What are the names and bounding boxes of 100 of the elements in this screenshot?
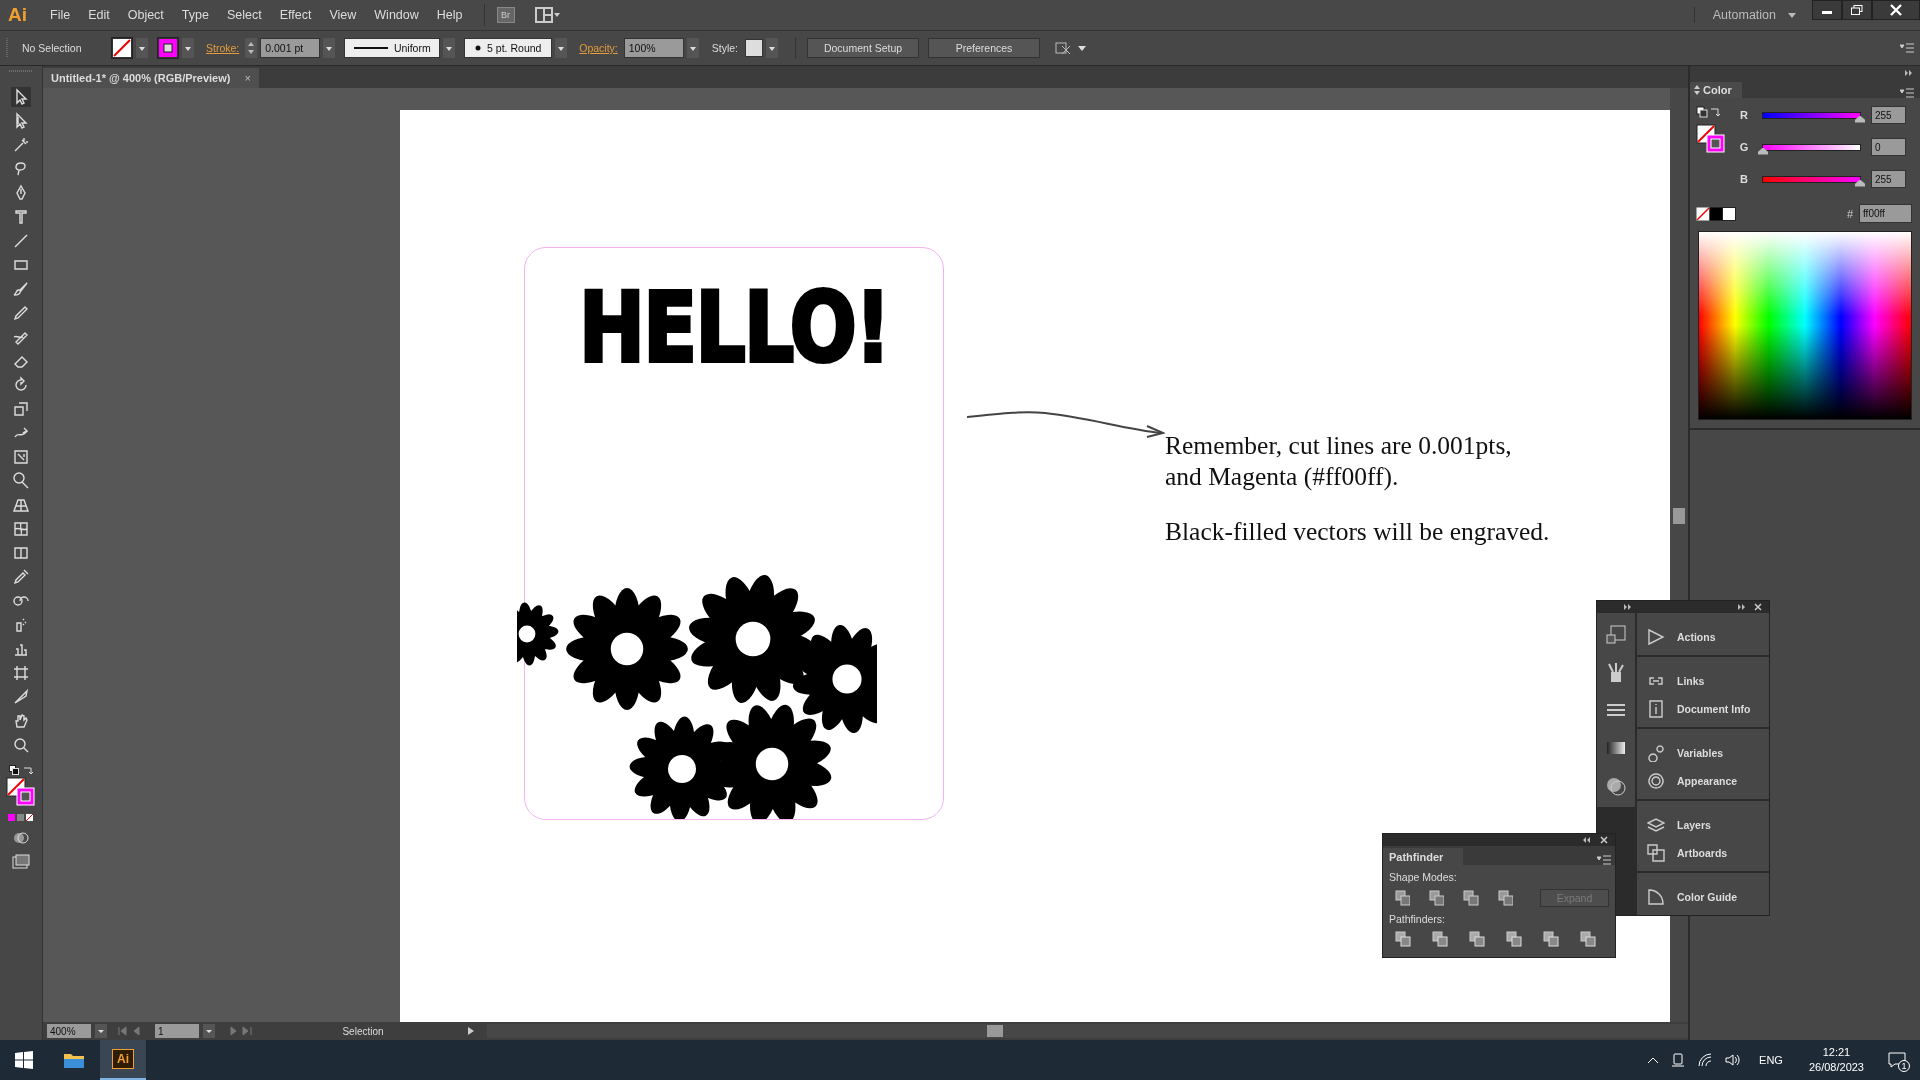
shape-builder-icon[interactable] [11, 471, 31, 491]
brushes-icon[interactable] [1605, 661, 1627, 683]
current-tool-status[interactable]: Selection [263, 1025, 463, 1037]
artboard-dropdown[interactable] [203, 1024, 215, 1038]
control-bar-button[interactable]: Preferences [928, 38, 1041, 58]
default-colors-icon[interactable] [9, 765, 19, 775]
fill-dropdown[interactable] [136, 38, 148, 58]
channel-value-field[interactable]: 0 [1871, 138, 1906, 156]
fill-swatch[interactable] [111, 37, 133, 59]
caret-icon[interactable] [1788, 12, 1796, 18]
merge-icon[interactable] [1469, 931, 1485, 947]
document-tab[interactable]: Untitled-1* @ 400% (RGB/Preview) × [43, 68, 259, 88]
minus-back-icon[interactable] [1580, 931, 1596, 947]
scale-tool-icon[interactable] [11, 399, 31, 419]
stroke-weight-dropdown[interactable] [323, 38, 336, 58]
color-spectrum[interactable] [1698, 231, 1912, 420]
close-icon[interactable] [1599, 836, 1609, 844]
expand-icon[interactable] [1737, 603, 1747, 611]
input-language[interactable]: ENG [1759, 1054, 1783, 1066]
bridge-button[interactable]: Br [496, 7, 515, 23]
clock-time[interactable]: 12:21 [1822, 1045, 1851, 1060]
crop-icon[interactable] [1506, 931, 1522, 947]
fill-stroke-widget[interactable] [1696, 124, 1726, 154]
stroke-dropdown[interactable] [182, 38, 194, 58]
menu-item[interactable]: Select [217, 8, 271, 22]
device-icon[interactable] [1671, 1053, 1686, 1067]
arrange-documents-icon[interactable] [534, 7, 561, 23]
variable-width-profile[interactable]: Uniform [344, 38, 441, 58]
transform-icon[interactable] [1605, 623, 1627, 645]
close-icon[interactable] [1753, 603, 1763, 611]
opacity-field[interactable]: 100% [623, 38, 684, 58]
selection-tool-icon[interactable] [11, 87, 31, 107]
swap-colors-icon[interactable] [23, 765, 33, 775]
unite-icon[interactable] [1395, 890, 1411, 906]
status-menu-icon[interactable] [467, 1026, 475, 1036]
close-button[interactable] [1872, 0, 1920, 20]
outline-icon[interactable] [1543, 931, 1559, 947]
workspace-switcher[interactable]: Automation [1693, 7, 1782, 23]
hex-field[interactable]: ff00ff [1859, 204, 1912, 223]
panel-list-item[interactable]: Variables [1637, 739, 1769, 767]
opacity-dropdown[interactable] [686, 38, 699, 58]
wifi-icon[interactable] [1697, 1053, 1714, 1067]
menu-item[interactable]: Type [172, 8, 218, 22]
divide-icon[interactable] [1395, 931, 1411, 947]
panel-menu-icon[interactable] [1900, 43, 1914, 53]
menu-item[interactable]: Object [118, 8, 173, 22]
menu-item[interactable]: File [41, 8, 80, 22]
chevron-up-icon[interactable] [1647, 1056, 1660, 1064]
eyedropper-icon[interactable] [11, 567, 31, 587]
profile-dropdown[interactable] [443, 38, 456, 58]
menu-item[interactable]: Effect [270, 8, 321, 22]
free-transform-icon[interactable] [11, 447, 31, 467]
panel-list-item[interactable]: Layers [1637, 811, 1769, 839]
color-mode-icon[interactable] [8, 813, 34, 822]
horizontal-scrollbar[interactable] [487, 1024, 1688, 1038]
zoom-field[interactable]: 400% [47, 1024, 91, 1038]
opacity-link[interactable]: Opacity: [579, 42, 618, 54]
panel-menu-icon[interactable] [1900, 88, 1914, 98]
style-dropdown[interactable] [766, 38, 779, 58]
control-bar-button[interactable]: Document Setup [807, 38, 920, 58]
menu-item[interactable]: View [320, 8, 366, 22]
artboard-number-field[interactable]: 1 [155, 1024, 199, 1038]
mesh-tool-icon[interactable] [11, 519, 31, 539]
collapse-icon[interactable] [1581, 836, 1591, 844]
clock-date[interactable]: 26/08/2023 [1808, 1060, 1864, 1075]
panel-list-item[interactable]: Document Info [1637, 695, 1769, 723]
exclude-icon[interactable] [1497, 890, 1513, 906]
zoom-icon[interactable] [11, 735, 31, 755]
brush-definition[interactable]: 5 pt. Round [464, 38, 553, 58]
minus-front-icon[interactable] [1429, 890, 1445, 906]
artboard-tool-icon[interactable] [11, 663, 31, 683]
stroke-weight-field[interactable]: 0.001 pt [260, 38, 321, 58]
channel-value-field[interactable]: 255 [1871, 106, 1906, 124]
restore-button[interactable] [1842, 0, 1872, 20]
minimize-button[interactable] [1812, 0, 1842, 20]
default-colors-icon[interactable] [1696, 106, 1720, 120]
graphic-style-swatch[interactable] [745, 39, 764, 57]
trim-icon[interactable] [1432, 931, 1448, 947]
stroke-spinner[interactable] [245, 38, 258, 58]
caret-icon[interactable] [1078, 45, 1087, 51]
panel-menu-icon[interactable] [1597, 855, 1611, 865]
collapse-icon[interactable] [1623, 603, 1633, 611]
intersect-icon[interactable] [1463, 890, 1479, 906]
menu-item[interactable]: Window [365, 8, 428, 22]
menu-item[interactable]: Edit [79, 8, 119, 22]
pathfinder-tab[interactable]: Pathfinder [1383, 848, 1464, 865]
color-panel-tab[interactable]: Color [1690, 82, 1742, 98]
zoom-dropdown[interactable] [95, 1024, 107, 1038]
screen-mode-icon[interactable] [12, 854, 30, 870]
panel-list-item[interactable]: Links [1637, 667, 1769, 695]
transparency-icon[interactable] [1605, 775, 1627, 797]
drawing-modes-icon[interactable] [13, 830, 29, 846]
panel-list-item[interactable]: Artboards [1637, 839, 1769, 867]
folder-icon[interactable] [63, 1051, 85, 1069]
panel-list-item[interactable]: Appearance [1637, 767, 1769, 795]
collapse-panels-icon[interactable] [1904, 69, 1914, 77]
stroke-swatch[interactable] [157, 37, 179, 59]
fill-stroke-widget[interactable] [6, 777, 36, 807]
speaker-icon[interactable] [1725, 1053, 1742, 1067]
stroke-link[interactable]: Stroke: [206, 42, 240, 54]
